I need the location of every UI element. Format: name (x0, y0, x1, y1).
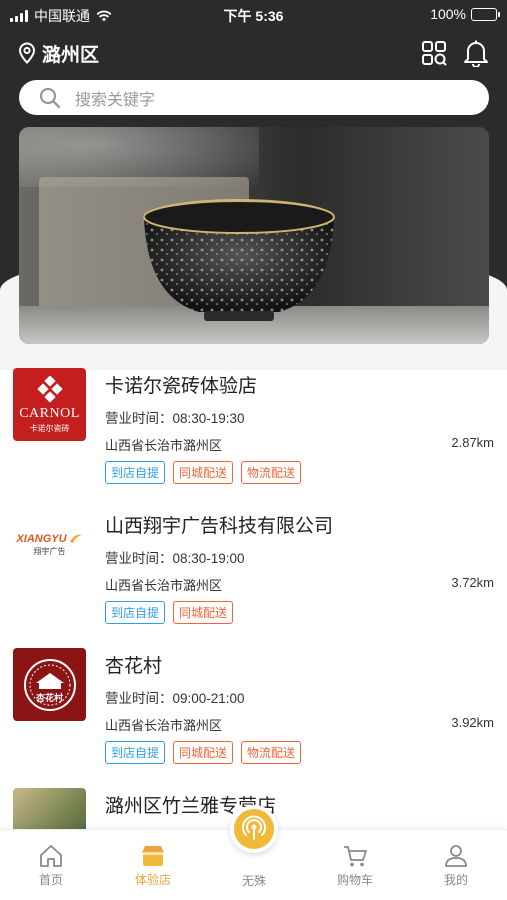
xinghuacun-seal-icon (23, 658, 76, 711)
location-bar: 潞州区 (18, 38, 489, 68)
tag-pickup: 到店自提 (105, 741, 166, 764)
logo-subtitle: 卡诺尔瓷砖 (29, 423, 70, 433)
search-placeholder: 搜索关键字 (75, 91, 156, 109)
tag-pickup: 到店自提 (105, 601, 166, 624)
home-icon (40, 845, 62, 867)
logo-brand: XIANGYU (16, 533, 67, 545)
store-card[interactable]: 杏花村 杏花村 营业时间：09:00-21:00 山西省长治市潞州区 3.92k… (0, 635, 507, 775)
tag-logistics: 物流配送 (241, 461, 302, 484)
search-icon (39, 87, 61, 108)
location-name: 潞州区 (42, 44, 100, 66)
store-card[interactable]: CARNOL 卡诺尔瓷砖 卡诺尔瓷砖体验店 营业时间：08:30-19:30 山… (0, 355, 507, 495)
store-logo: XIANGYU 翔宇广告 (13, 508, 86, 581)
center-action-label: 无殊 (241, 874, 266, 888)
store-distance: 3.72km (451, 575, 494, 590)
search-input[interactable]: 搜索关键字 (19, 80, 489, 115)
center-action-button[interactable] (230, 805, 278, 853)
store-address: 山西省长治市潞州区 (105, 578, 223, 593)
store-logo: CARNOL 卡诺尔瓷砖 (13, 368, 86, 441)
carnol-diamond-icon (36, 375, 63, 403)
status-bar: 中国联通 下午 5:36 100% (0, 0, 507, 28)
tab-home[interactable]: 首页 (21, 843, 81, 888)
logo-brand: CARNOL (19, 405, 80, 421)
broadcast-icon (242, 815, 266, 840)
store-hours: 营业时间：08:30-19:30 (105, 411, 245, 426)
store-name: 卡诺尔瓷砖体验店 (105, 376, 258, 397)
user-icon (445, 845, 467, 867)
xiangyu-swoosh-icon (69, 534, 82, 543)
store-hours: 营业时间：09:00-21:00 (105, 691, 245, 706)
tab-experience-store[interactable]: 体验店 (123, 843, 183, 888)
tab-cart[interactable]: 购物车 (325, 843, 385, 888)
store-address: 山西省长治市潞州区 (105, 438, 223, 453)
tea-bowl-photo (143, 199, 335, 321)
storefront-icon (142, 846, 164, 866)
store-name: 山西翔宇广告科技有限公司 (105, 516, 334, 537)
store-name: 杏花村 (105, 656, 163, 677)
store-distance: 2.87km (451, 435, 494, 450)
category-grid-icon[interactable] (421, 40, 447, 66)
store-card[interactable]: XIANGYU 翔宇广告 山西翔宇广告科技有限公司 营业时间：08:30-19:… (0, 495, 507, 635)
tab-cart-label: 购物车 (336, 873, 373, 887)
tag-pickup: 到店自提 (105, 461, 166, 484)
tab-experience-label: 体验店 (134, 873, 171, 887)
battery-percent: 100% (430, 6, 466, 22)
tag-local-delivery: 同城配送 (173, 461, 234, 484)
store-hours: 营业时间：08:30-19:00 (105, 551, 245, 566)
tag-logistics: 物流配送 (241, 741, 302, 764)
store-logo: 杏花村 (13, 648, 86, 721)
store-distance: 3.92km (451, 715, 494, 730)
store-address: 山西省长治市潞州区 (105, 718, 223, 733)
tab-mine-label: 我的 (443, 873, 468, 887)
location-selector[interactable]: 潞州区 (18, 40, 99, 67)
tag-local-delivery: 同城配送 (173, 741, 234, 764)
tab-home-label: 首页 (38, 873, 63, 887)
promo-banner[interactable] (19, 127, 489, 344)
battery-icon (471, 7, 500, 21)
bell-icon[interactable] (463, 39, 489, 67)
tag-local-delivery: 同城配送 (173, 601, 234, 624)
cart-icon (344, 846, 367, 867)
logo-subtitle: 翔宇广告 (33, 547, 66, 556)
logo-brand: 杏花村 (35, 693, 63, 703)
location-pin-icon (18, 42, 36, 64)
tab-mine[interactable]: 我的 (426, 843, 486, 888)
